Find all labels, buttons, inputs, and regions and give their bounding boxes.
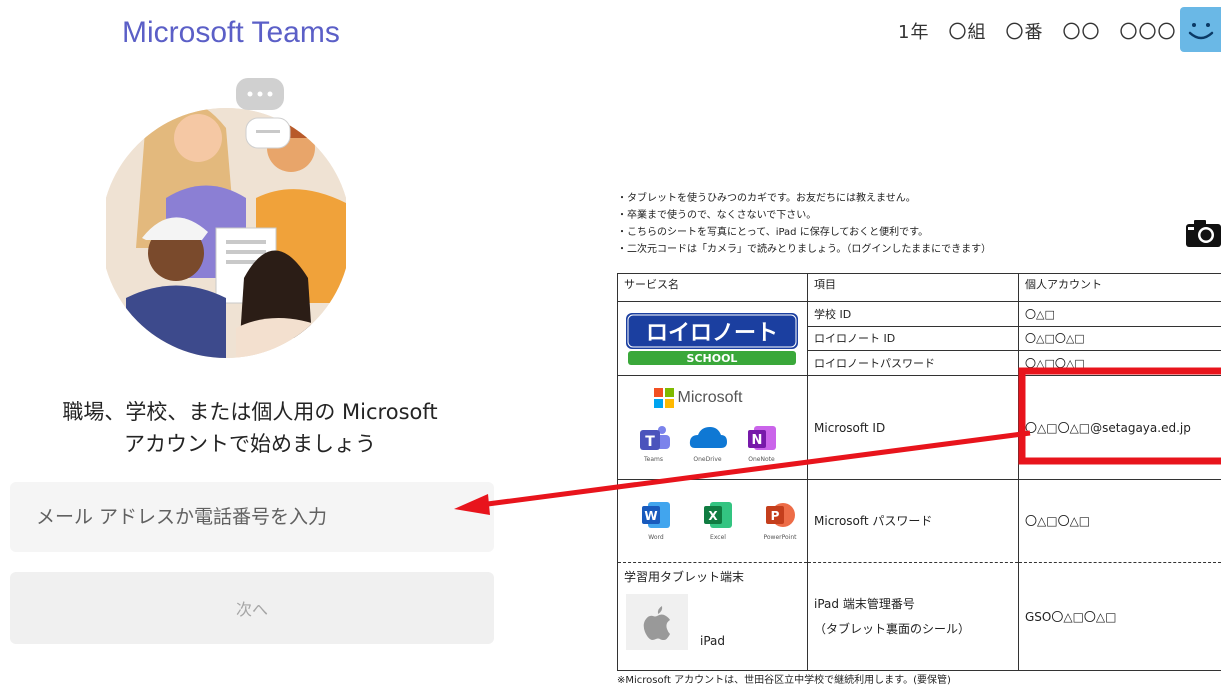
next-button[interactable]: 次へ: [10, 572, 494, 644]
onedrive-icon: [689, 426, 727, 448]
apple-logo-icon: [643, 606, 670, 641]
excel-icon: X: [704, 502, 732, 529]
loilo-school-text: SCHOOL: [687, 352, 738, 365]
ipad-item: iPad 端末管理番号 （タブレット裏面のシール）: [807, 561, 1019, 672]
office-apps: W Word X Excel P PowerPoint: [624, 500, 801, 541]
loilo-item: ロイロノートパスワード: [807, 350, 1019, 377]
smile-icon: [1188, 23, 1214, 40]
table-row: ロイロノート SCHOOL 学校 ID 〇△□: [617, 300, 1221, 377]
prompt-line-1: 職場、学校、または個人用の Microsoft: [62, 400, 438, 424]
app-powerpoint: P PowerPoint: [760, 500, 800, 541]
loilo-item: ロイロノート ID: [807, 325, 1019, 352]
microsoft-pw-value: 〇△□〇△□: [1018, 479, 1221, 563]
table-row: Microsoft T Teams OneDrive N OneNote Mic…: [617, 375, 1221, 481]
table-row: W Word X Excel P PowerPoint Microsoft パス…: [617, 479, 1221, 563]
microsoft-brand-text: Microsoft: [677, 388, 743, 406]
app-caption: Teams: [644, 455, 663, 463]
svg-text:X: X: [708, 509, 718, 523]
note-line: ・こちらのシートを写真にとって、iPad に保存しておくと便利です。: [617, 227, 929, 238]
microsoft-apps: T Teams OneDrive N OneNote: [634, 424, 782, 463]
svg-text:N: N: [751, 433, 762, 448]
table-header-row: サービス名 項目 個人アカウント: [617, 273, 1221, 302]
onenote-icon: N: [747, 425, 776, 450]
sheet-notes: ・タブレットを使うひみつのカギです。お友だちには教えません。 ・卒業まで使うので…: [617, 190, 1221, 258]
svg-text:W: W: [644, 509, 657, 523]
note-line: ・タブレットを使うひみつのカギです。お友だちには教えません。: [617, 193, 916, 204]
note-line: ・二次元コードは「カメラ」で読みとりましょう。（ログインしたままにできます）: [617, 244, 992, 255]
sheet-footnote: ※Microsoft アカウントは、世田谷区立中学校で継続利用します。(要保管): [617, 675, 951, 686]
app-onedrive: OneDrive: [688, 424, 728, 463]
prompt-line-2: アカウントで始めましょう: [124, 432, 376, 456]
app-word: W Word: [636, 500, 676, 541]
ipad-cell: 学習用タブレット端末 iPad: [617, 561, 808, 672]
ipad-label: iPad: [700, 634, 726, 649]
loilo-value: 〇△□〇△□: [1018, 325, 1221, 352]
student-id-label: 1年 〇組 〇番 〇〇 〇〇〇: [898, 22, 1177, 43]
app-excel: X Excel: [698, 500, 738, 541]
microsoft-app-icons: Microsoft T Teams OneDrive N OneNote: [628, 380, 798, 476]
ipad-item-line-2: （タブレット裏面のシール）: [814, 622, 971, 637]
powerpoint-icon: P: [766, 503, 795, 528]
app-onenote: N OneNote: [742, 424, 782, 463]
app-caption: OneNote: [748, 455, 775, 463]
teams-icon: T: [639, 425, 670, 450]
app-caption: OneDrive: [693, 455, 722, 463]
word-icon: W: [642, 502, 670, 529]
microsoft-id-value: 〇△□〇△□@setagaya.ed.jp: [1018, 375, 1221, 481]
email-input[interactable]: [10, 482, 494, 552]
loilo-value: 〇△□〇△□: [1018, 350, 1221, 377]
microsoft-id-item: Microsoft ID: [807, 375, 1019, 481]
account-sheet-table: サービス名 項目 個人アカウント ロイロノート SCHOOL 学校 ID 〇△□…: [617, 273, 1221, 672]
microsoft-logo-icon: [653, 387, 674, 408]
camera-icon: [1186, 220, 1221, 247]
teams-title: Microsoft Teams: [122, 16, 340, 49]
header-account: 個人アカウント: [1018, 273, 1221, 302]
app-caption: Excel: [710, 534, 726, 542]
apple-logo-box: [626, 594, 688, 651]
avatar: [1180, 7, 1221, 52]
ipad-service-label: 学習用タブレット端末: [624, 570, 745, 585]
header-item: 項目: [807, 273, 1019, 302]
app-teams: T Teams: [634, 424, 674, 463]
svg-text:P: P: [771, 509, 780, 523]
header-service: サービス名: [617, 273, 808, 302]
loilo-value: 〇△□: [1018, 300, 1221, 327]
microsoft-brand: Microsoft: [653, 387, 743, 408]
ipad-item-line-1: iPad 端末管理番号: [814, 597, 915, 612]
app-caption: PowerPoint: [763, 534, 797, 542]
table-row: 学習用タブレット端末 iPad iPad 端末管理番号 （タブレット裏面のシール…: [617, 561, 1221, 672]
microsoft-logo-cell: Microsoft T Teams OneDrive N OneNote: [617, 375, 808, 481]
microsoft-pw-item: Microsoft パスワード: [807, 479, 1019, 563]
app-caption: Word: [648, 534, 664, 542]
svg-text:T: T: [645, 434, 655, 450]
loilo-logo-cell: ロイロノート SCHOOL: [617, 300, 808, 377]
loilo-item: 学校 ID: [807, 300, 1019, 327]
loilo-note-logo: ロイロノート SCHOOL: [626, 313, 798, 366]
loilo-logo-text: ロイロノート: [646, 321, 778, 346]
teams-hero-illustration: [106, 78, 346, 358]
office-apps-cell: W Word X Excel P PowerPoint: [617, 479, 808, 563]
note-line: ・卒業まで使うので、なくさないで下さい。: [617, 210, 817, 221]
sign-in-prompt: 職場、学校、または個人用の Microsoft アカウントで始めましょう: [0, 396, 500, 460]
ipad-value: GSO〇△□〇△□: [1018, 561, 1221, 672]
